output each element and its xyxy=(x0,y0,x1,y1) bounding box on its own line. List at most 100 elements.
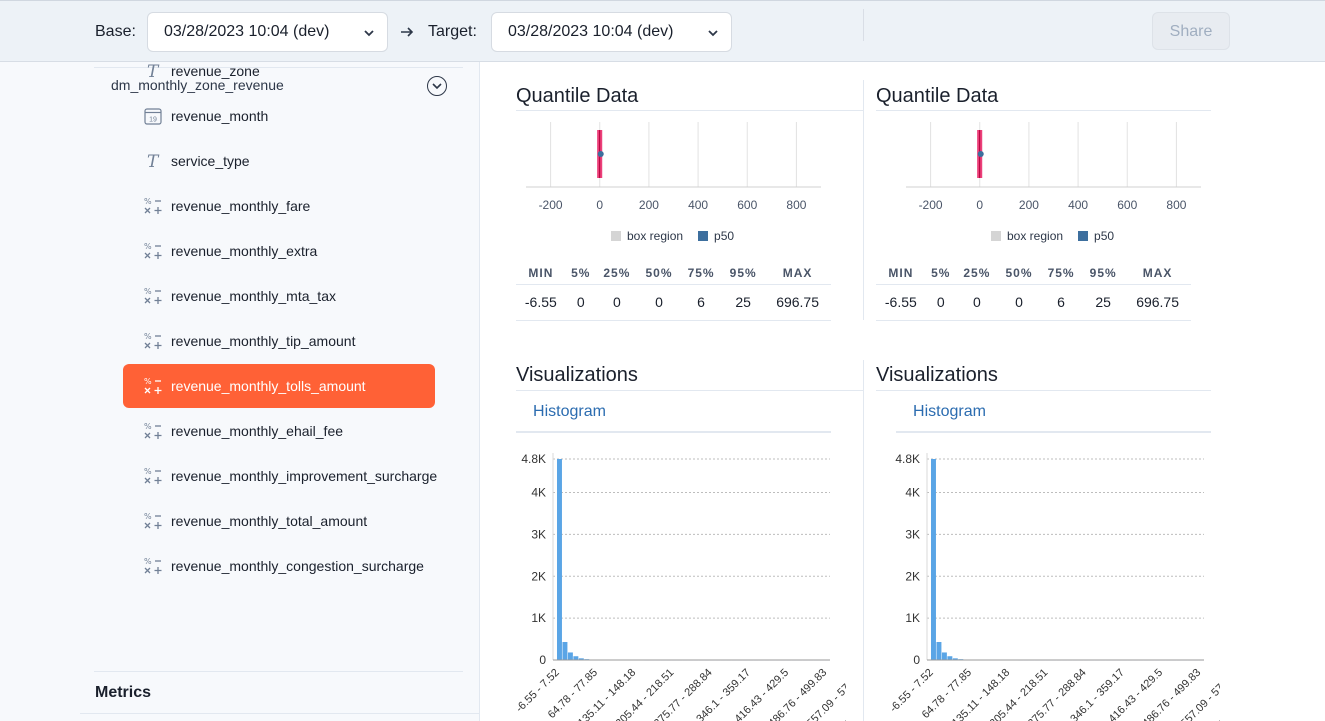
column-label: revenue_monthly_extra xyxy=(171,243,318,259)
column-item[interactable]: Trevenue_zone xyxy=(123,49,435,93)
y-tick-label: 4K xyxy=(531,486,546,500)
y-tick-label: 0 xyxy=(913,653,920,667)
svg-text:%: % xyxy=(144,512,152,521)
column-item[interactable]: % revenue_monthly_congestion_surcharge xyxy=(123,544,435,588)
table-cell: 696.75 xyxy=(1124,284,1191,321)
column-item[interactable]: % revenue_monthly_tip_amount xyxy=(123,319,435,363)
column-item[interactable]: % revenue_monthly_tolls_amount xyxy=(123,364,435,408)
header-divider xyxy=(863,9,864,41)
number-type-icon: % xyxy=(143,376,163,396)
histogram-bar xyxy=(562,641,568,660)
table-header-cell: 25% xyxy=(595,262,638,285)
table-cell: -6.55 xyxy=(516,284,566,321)
histogram-bar xyxy=(941,652,947,660)
table-cell: 696.75 xyxy=(764,284,831,321)
quantile-box-chart: -200 0 200 400 600 800 xyxy=(906,122,1201,212)
metrics-section-title[interactable]: Metrics xyxy=(95,684,151,702)
column-item[interactable]: % revenue_monthly_extra xyxy=(123,229,435,273)
x-tick-label: 0 xyxy=(596,198,603,212)
divider xyxy=(80,713,480,714)
column-item[interactable]: % revenue_monthly_mta_tax xyxy=(123,274,435,318)
column-item[interactable]: % revenue_monthly_fare xyxy=(123,184,435,228)
column-label: revenue_monthly_ehail_fee xyxy=(171,423,344,439)
table-cell: 0 xyxy=(925,284,956,321)
quantile-data-title: Quantile Data xyxy=(516,85,639,107)
histogram-bar xyxy=(936,641,942,660)
y-tick-label: 3K xyxy=(905,527,920,541)
number-type-icon: % xyxy=(143,421,163,441)
table-header-cell: MAX xyxy=(1124,262,1191,285)
base-select[interactable]: 03/28/2023 10:04 (dev) xyxy=(147,12,388,52)
quantile-table: MIN 5% 25% 50% 75% 95% MAX -6.55 0 0 0 6 25 696.75 xyxy=(876,262,1191,321)
column-label: revenue_monthly_mta_tax xyxy=(171,288,336,304)
y-tick-label: 1K xyxy=(531,611,546,625)
x-tick-label: 600 xyxy=(1117,198,1137,212)
x-tick-label: -200 xyxy=(539,198,563,212)
x-tick-label: 400 xyxy=(688,198,708,212)
tab-histogram[interactable]: Histogram xyxy=(896,400,1003,433)
legend-item-box-region: box region xyxy=(611,229,683,243)
column-label: service_type xyxy=(171,153,250,169)
histogram-bar xyxy=(557,459,562,660)
divider xyxy=(876,390,1211,391)
number-type-icon: % xyxy=(143,286,163,306)
panel-divider xyxy=(863,80,864,320)
column-item[interactable]: Tservice_type xyxy=(123,139,435,183)
histogram-chart: 01K2K3K4K4.8K-6.55 - 7.5264.78 - 77.8513… xyxy=(890,452,1220,721)
column-item[interactable]: 19 revenue_month xyxy=(123,94,435,138)
divider xyxy=(876,110,1211,111)
calendar-day: 19 xyxy=(149,117,157,124)
divider xyxy=(516,110,863,111)
column-item[interactable]: % revenue_monthly_improvement_surcharge xyxy=(123,454,437,498)
legend-label: box region xyxy=(1007,229,1064,243)
x-tick-label: 200 xyxy=(1019,198,1039,212)
divider xyxy=(94,671,463,672)
number-type-icon: % xyxy=(143,331,163,351)
table-row: -6.55 0 0 0 6 25 696.75 xyxy=(516,284,831,321)
histogram-bar xyxy=(573,656,579,660)
column-label: revenue_monthly_tolls_amount xyxy=(171,378,366,394)
share-button[interactable]: Share xyxy=(1152,12,1230,50)
column-item[interactable]: % revenue_monthly_total_amount xyxy=(123,499,435,543)
x-tick-label: 200 xyxy=(639,198,659,212)
table-cell: 0 xyxy=(997,284,1041,321)
column-label: revenue_monthly_total_amount xyxy=(171,513,368,529)
tab-underline xyxy=(896,431,1211,433)
legend-label: p50 xyxy=(1094,229,1115,243)
table-header-cell: 95% xyxy=(1082,262,1125,285)
table-cell: 0 xyxy=(955,284,998,321)
table-header-cell: 95% xyxy=(722,262,765,285)
table-header-cell: MAX xyxy=(764,262,831,285)
p50-marker xyxy=(597,151,604,157)
svg-text:%: % xyxy=(144,332,152,341)
chevron-down-icon xyxy=(708,30,718,37)
chart-legend: box region p50 xyxy=(611,229,734,243)
tab-histogram[interactable]: Histogram xyxy=(516,400,623,433)
quantile-table: MIN 5% 25% 50% 75% 95% MAX -6.55 0 0 0 6 25 696.75 xyxy=(516,262,831,321)
legend-label: p50 xyxy=(714,229,735,243)
histogram-chart: 01K2K3K4K4.8K-6.55 - 7.5264.78 - 77.8513… xyxy=(516,452,846,721)
column-item[interactable]: % revenue_monthly_ehail_fee xyxy=(123,409,435,453)
target-select-value: 03/28/2023 10:04 (dev) xyxy=(508,23,674,40)
table-header-cell: 25% xyxy=(955,262,998,285)
table-header-cell: 75% xyxy=(680,262,723,285)
y-tick-label: 3K xyxy=(531,527,546,541)
table-header-cell: MIN xyxy=(516,262,566,285)
table-header-cell: 5% xyxy=(925,262,956,285)
table-header-cell: 5% xyxy=(565,262,596,285)
y-tick-label: 4.8K xyxy=(895,452,920,466)
svg-text:T: T xyxy=(147,152,160,171)
legend-item-p50: p50 xyxy=(1078,229,1114,243)
target-select[interactable]: 03/28/2023 10:04 (dev) xyxy=(491,12,732,52)
number-type-icon: % xyxy=(143,556,163,576)
table-header-cell: MIN xyxy=(876,262,926,285)
legend-label: box region xyxy=(627,229,684,243)
number-type-icon: % xyxy=(143,511,163,531)
y-tick-label: 1K xyxy=(905,611,920,625)
svg-text:T: T xyxy=(147,62,160,81)
column-label: revenue_monthly_fare xyxy=(171,198,311,214)
p50-marker xyxy=(977,151,984,157)
sidebar: dm_monthly_zone_revenue Trevenue_zone 19 r… xyxy=(0,62,480,721)
y-tick-label: 2K xyxy=(905,569,920,583)
svg-text:%: % xyxy=(144,242,152,251)
